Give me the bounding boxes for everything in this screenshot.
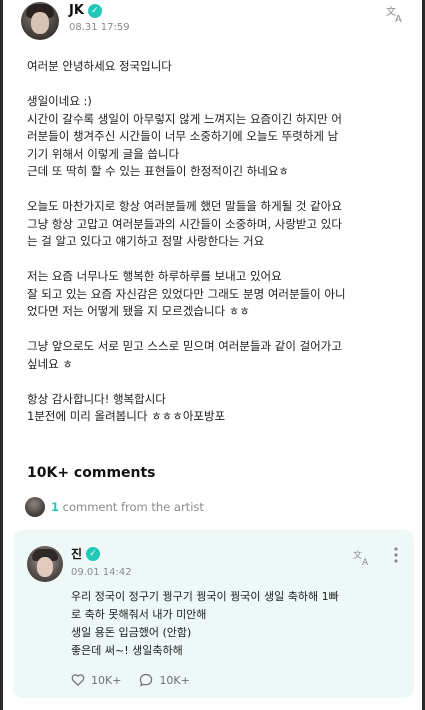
comment-text: 우리 정국이 정구기 꿩구기 꿩국이 꿩국이 생일 축하해 1빠 로 축하 못해…: [71, 588, 406, 660]
like-button[interactable]: 10K+: [71, 673, 121, 687]
post-paragraph: 항상 감사합니다! 행복합시다 1분전에 미리 올려봅니다 ㅎㅎㅎ아포방포: [27, 391, 226, 424]
comment-line: 좋은데 써~! 생일축하해: [71, 644, 183, 657]
author-avatar[interactable]: [21, 2, 59, 40]
post-date: 08.31 17:59: [69, 22, 130, 33]
comments-count[interactable]: 10K+ comments: [27, 465, 156, 481]
comment-line: 생일 용돈 입금했어 (안함): [71, 626, 192, 639]
svg-text:A: A: [395, 14, 402, 24]
comment-avatar[interactable]: [27, 546, 63, 582]
reply-button[interactable]: 10K+: [139, 673, 190, 687]
comment-line: 로 축하 못해줘서 내가 미안해: [71, 608, 207, 621]
author-name[interactable]: JK: [69, 3, 84, 18]
artist-comments-text: 1 comment from the artist: [51, 500, 204, 514]
reply-icon: [139, 673, 153, 687]
post-paragraph: 여러분 안녕하세요 정국입니다: [27, 59, 172, 73]
artist-avatar: [25, 497, 45, 517]
comment-actions: 10K+ 10K+: [71, 673, 190, 687]
like-count: 10K+: [91, 673, 122, 687]
post-header: JK ✓ 08.31 17:59 文 A: [21, 2, 411, 42]
post-paragraph: 생일이네요 :) 시간이 갈수록 생일이 아무렇지 않게 느껴지는 요즘이긴 하…: [27, 94, 342, 178]
post-paragraph: 그냥 앞으로도 서로 믿고 스스로 믿으며 여러분들과 같이 걸어가고 싶네요 …: [27, 339, 342, 371]
post-body: 여러분 안녕하세요 정국입니다 생일이네요 :) 시간이 갈수록 생일이 아무렇…: [27, 58, 412, 443]
translate-icon[interactable]: 文 A: [353, 548, 373, 570]
translate-icon[interactable]: 文 A: [385, 4, 407, 25]
svg-text:文: 文: [353, 549, 362, 561]
post-paragraph: 오늘도 마찬가지로 항상 여러분들께 했던 말들을 하게될 것 같아요 그냥 항…: [27, 199, 342, 248]
svg-text:A: A: [362, 558, 369, 566]
verified-icon: ✓: [86, 546, 101, 561]
like-icon: [71, 673, 85, 687]
more-icon[interactable]: [393, 546, 399, 568]
artist-comments-label: comment from the artist: [62, 500, 204, 514]
reply-count: 10K+: [159, 673, 190, 687]
comment-author-name[interactable]: 진: [71, 545, 82, 562]
verified-icon: ✓: [87, 3, 102, 18]
artist-comment-card: 진 ✓ 09.01 14:42 文 A 우리 정국이 정구기 꿩구기 꿩국이 꿩…: [13, 530, 414, 698]
comment-line: 우리 정국이 정구기 꿩구기 꿩국이 꿩국이 생일 축하해 1빠: [71, 590, 339, 603]
comment-date: 09.01 14:42: [71, 567, 132, 578]
comment-author-row[interactable]: 진 ✓: [71, 545, 101, 562]
post-frame: JK ✓ 08.31 17:59 文 A 여러분 안녕하세요 정국입니다 생일이…: [0, 0, 425, 710]
artist-comments-count: 1: [51, 500, 60, 514]
artist-comments-link[interactable]: 1 comment from the artist: [25, 496, 204, 518]
author-name-row[interactable]: JK ✓: [69, 3, 102, 18]
post-paragraph: 저는 요즘 너무나도 행복한 하루하루를 보내고 있어요 잘 되고 있는 요즘 …: [27, 269, 346, 318]
